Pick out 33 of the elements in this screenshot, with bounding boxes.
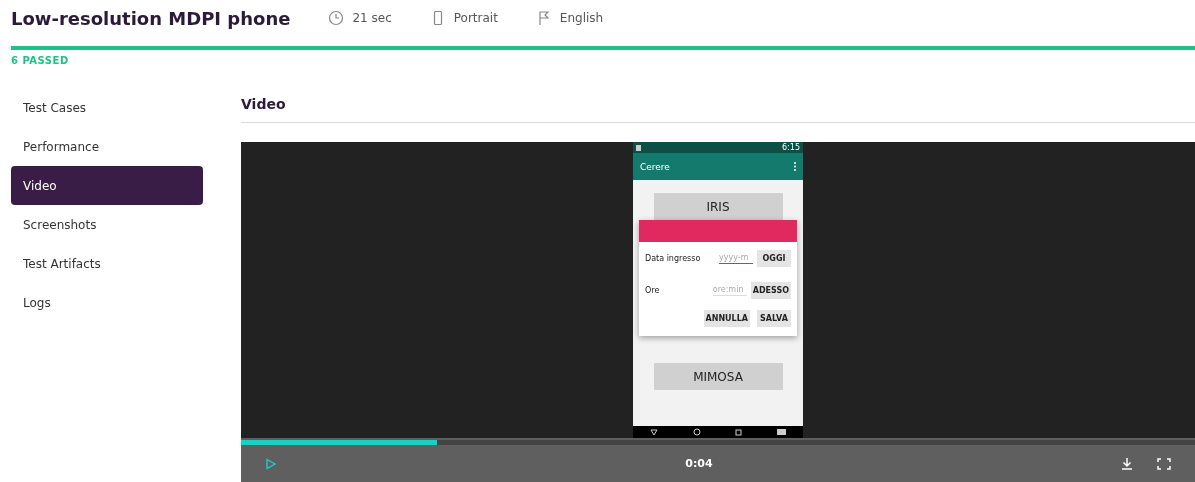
notification-icon [636,144,641,151]
dialog-button[interactable]: OGGI [757,249,791,267]
dialog-button[interactable]: SALVA [757,309,791,327]
progress-track[interactable] [241,440,1195,445]
play-button[interactable] [263,455,279,472]
phone-clock: 6:15 [782,143,800,152]
home-icon[interactable] [692,428,701,436]
app-button[interactable]: IRIS [653,193,783,220]
page-title: Low-resolution MDPI phone [11,7,291,29]
sidebar-item[interactable]: Performance [11,127,203,166]
keyboard-icon[interactable] [776,429,786,435]
dialog-button[interactable]: ADESSO [750,281,791,299]
dialog-button[interactable]: ANNULLA [703,309,750,327]
playback-time: 0:04 [684,457,714,470]
field-label: Data ingresso [645,253,702,263]
fullscreen-button[interactable] [1155,455,1173,472]
sidebar-item[interactable]: Logs [11,283,203,322]
field-label: Ore [645,285,661,295]
app-button[interactable]: MIMOSA [653,363,783,390]
recents-icon[interactable] [735,428,743,436]
section-heading: Video [241,88,1195,123]
sidebar-item[interactable]: Test Artifacts [11,244,203,283]
sidebar-item[interactable]: Test Cases [11,88,203,127]
meta-label: Portrait [453,11,498,25]
sidebar-item[interactable]: Video [11,166,203,205]
back-icon[interactable] [650,428,659,436]
app-title: Cerere [640,161,670,172]
meta-label: English [559,11,604,25]
clock-icon [328,10,345,26]
meta-label: 21 sec [352,11,392,25]
sidebar-item[interactable]: Screenshots [11,205,203,244]
passed-count: 6 PASSED [11,55,70,66]
download-button[interactable] [1119,455,1135,472]
